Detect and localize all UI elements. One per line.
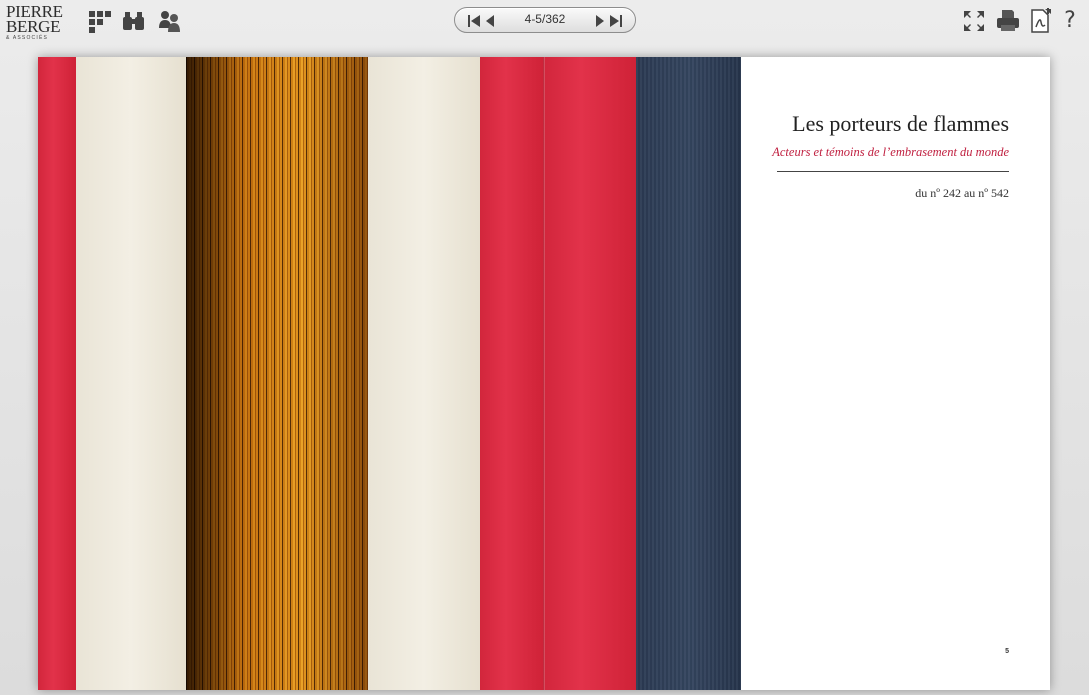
ribbon-cream-stripe (76, 57, 186, 690)
previous-page-icon (486, 15, 494, 27)
ribbon-cream-stripe-2 (368, 57, 480, 690)
help-icon: ? (1064, 8, 1076, 33)
left-page-image[interactable] (38, 57, 544, 690)
first-page-icon (468, 15, 480, 27)
thumbnails-icon (89, 11, 111, 33)
lot-range: du nº 242 au nº 542 (915, 186, 1009, 200)
previous-page-button[interactable] (483, 13, 497, 27)
book-spread[interactable]: Les porteurs de flammes Acteurs et témoi… (38, 57, 1050, 690)
brand-logo[interactable]: PIERRE BERGE & ASSOCIÉS (6, 3, 68, 41)
last-page-button[interactable] (609, 13, 623, 27)
page-navigator: 4-5/362 (454, 7, 636, 33)
title-divider (777, 171, 1009, 172)
search-button[interactable] (121, 8, 147, 34)
ribbon-navy-stripe (636, 57, 742, 690)
next-page-button[interactable] (593, 13, 607, 27)
first-page-button[interactable] (467, 13, 481, 27)
share-button[interactable] (157, 8, 183, 34)
ribbon-red-stripe-2 (480, 57, 544, 690)
page-indicator[interactable]: 4-5/362 (505, 12, 585, 26)
page-title: Les porteurs de flammes (792, 111, 1009, 136)
ribbon-red-stripe-3 (544, 57, 636, 690)
share-people-icon (159, 11, 180, 32)
title-panel: Les porteurs de flammes Acteurs et témoi… (741, 57, 1050, 690)
toolbar: PIERRE BERGE & ASSOCIÉS 4-5/362 ? (0, 0, 1089, 44)
print-icon (997, 10, 1019, 31)
page-number: 5 (1005, 648, 1009, 655)
fullscreen-icon (964, 11, 984, 31)
thumbnails-button[interactable] (87, 8, 113, 34)
brand-line-2: BERGE (6, 17, 61, 36)
search-binoculars-icon (123, 12, 144, 30)
book-gutter (543, 57, 545, 690)
gilded-page-edges (186, 57, 381, 690)
next-page-icon (596, 15, 604, 27)
help-button[interactable]: ? (1060, 8, 1080, 34)
print-button[interactable] (995, 8, 1021, 34)
page-subtitle: Acteurs et témoins de l’embrasement du m… (772, 145, 1009, 159)
pdf-download-button[interactable] (1028, 8, 1054, 34)
last-page-icon (610, 15, 622, 27)
ribbon-red-stripe (38, 57, 76, 690)
fullscreen-button[interactable] (961, 8, 987, 34)
pdf-download-icon (1031, 8, 1051, 33)
